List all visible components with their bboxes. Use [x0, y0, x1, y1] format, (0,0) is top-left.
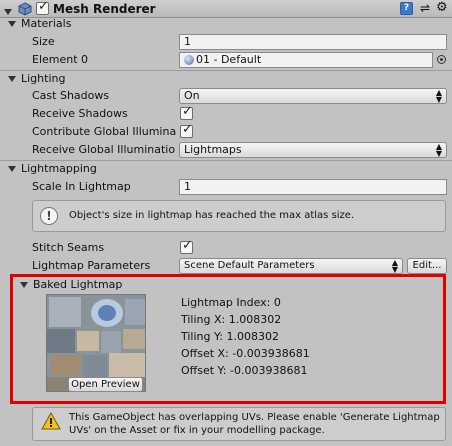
info-icon: !	[40, 207, 58, 225]
lightmapping-arrow-icon	[8, 166, 16, 172]
info-message: Object's size in lightmap has reached th…	[69, 210, 355, 221]
warning-message: This GameObject has overlapping UVs. Ple…	[69, 412, 440, 436]
materials-arrow-icon	[8, 21, 16, 27]
lightmapping-foldout[interactable]: Lightmapping	[8, 162, 97, 175]
mesh-renderer-icon	[18, 2, 32, 16]
receive-gi-value: Lightmaps	[184, 143, 242, 156]
element-0-field[interactable]: 01 - Default	[179, 52, 433, 68]
lightmapping-label: Lightmapping	[21, 162, 97, 175]
cast-shadows-dropdown[interactable]: On ▲ ▼	[179, 88, 447, 104]
foldout-arrow-icon	[4, 9, 12, 15]
element-0-value: 01 - Default	[196, 53, 262, 66]
material-icon	[184, 55, 194, 65]
receive-gi-dropdown[interactable]: Lightmaps ▲ ▼	[179, 142, 447, 158]
offset-y: Offset Y: -0.003938681	[181, 364, 308, 377]
preset-icon[interactable]: ⇌	[420, 1, 430, 15]
size-field[interactable]: 1	[179, 34, 447, 50]
receive-shadows-checkbox[interactable]: ✓	[180, 104, 193, 120]
tiling-y: Tiling Y: 1.008302	[181, 330, 279, 343]
baked-lightmap-label: Baked Lightmap	[33, 278, 123, 291]
dropdown-arrows-icon: ▲ ▼	[435, 142, 442, 158]
lightmap-parameters-label: Lightmap Parameters	[32, 259, 151, 272]
warning-icon	[41, 411, 61, 433]
edit-parameters-button[interactable]: Edit...	[407, 258, 447, 274]
lightmap-index: Lightmap Index: 0	[181, 296, 281, 309]
baked-lightmap-foldout[interactable]: Baked Lightmap	[20, 278, 122, 291]
help-icon[interactable]: ?	[400, 2, 413, 15]
receive-gi-label: Receive Global Illuminatio	[32, 143, 176, 156]
warning-helpbox: This GameObject has overlapping UVs. Ple…	[32, 407, 446, 441]
lightmap-parameters-dropdown[interactable]: Scene Default Parameters ▲ ▼	[179, 258, 403, 274]
size-label: Size	[32, 35, 55, 48]
divider	[0, 160, 452, 161]
contribute-gi-checkbox[interactable]: ✓	[180, 122, 193, 138]
stitch-seams-checkbox[interactable]: ✓	[180, 238, 193, 254]
object-picker-icon[interactable]	[437, 55, 446, 64]
tiling-x: Tiling X: 1.008302	[181, 313, 282, 326]
element-0-label: Element 0	[32, 53, 89, 66]
lighting-label: Lighting	[21, 72, 66, 85]
dropdown-arrows-icon: ▲ ▼	[391, 258, 398, 274]
lighting-arrow-icon	[8, 76, 16, 82]
component-title: Mesh Renderer	[53, 2, 156, 16]
component-enabled-checkbox[interactable]: ✓	[36, 0, 49, 15]
settings-gear-icon[interactable]: ⚙	[436, 0, 448, 15]
dropdown-arrows-icon: ▲ ▼	[435, 88, 442, 104]
contribute-gi-label: Contribute Global Illumina	[32, 125, 177, 138]
lighting-foldout[interactable]: Lighting	[8, 72, 65, 85]
divider	[0, 70, 452, 71]
receive-shadows-label: Receive Shadows	[32, 107, 128, 120]
open-preview-button[interactable]: Open Preview	[68, 377, 143, 392]
baked-lightmap-arrow-icon	[20, 282, 28, 288]
materials-label: Materials	[21, 17, 72, 30]
scale-in-lightmap-field[interactable]: 1	[179, 179, 447, 195]
materials-foldout[interactable]: Materials	[8, 17, 71, 30]
cast-shadows-value: On	[184, 89, 200, 102]
cast-shadows-label: Cast Shadows	[32, 89, 110, 102]
offset-x: Offset X: -0.003938681	[181, 347, 310, 360]
lightmap-parameters-value: Scene Default Parameters	[184, 260, 315, 271]
stitch-seams-label: Stitch Seams	[32, 241, 105, 254]
info-helpbox: ! Object's size in lightmap has reached …	[32, 200, 446, 232]
scale-in-lightmap-label: Scale In Lightmap	[32, 180, 131, 193]
